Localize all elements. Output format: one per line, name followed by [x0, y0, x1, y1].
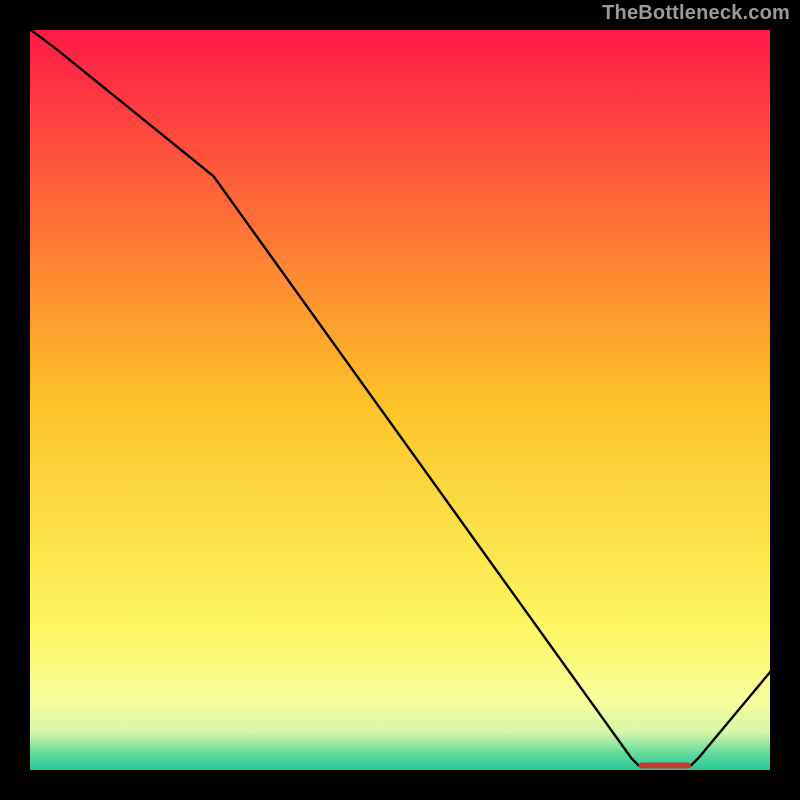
bottleneck-chart — [0, 0, 800, 800]
plot-background — [27, 27, 773, 773]
optimal-range-marker — [639, 763, 691, 769]
chart-container: TheBottleneck.com — [0, 0, 800, 800]
